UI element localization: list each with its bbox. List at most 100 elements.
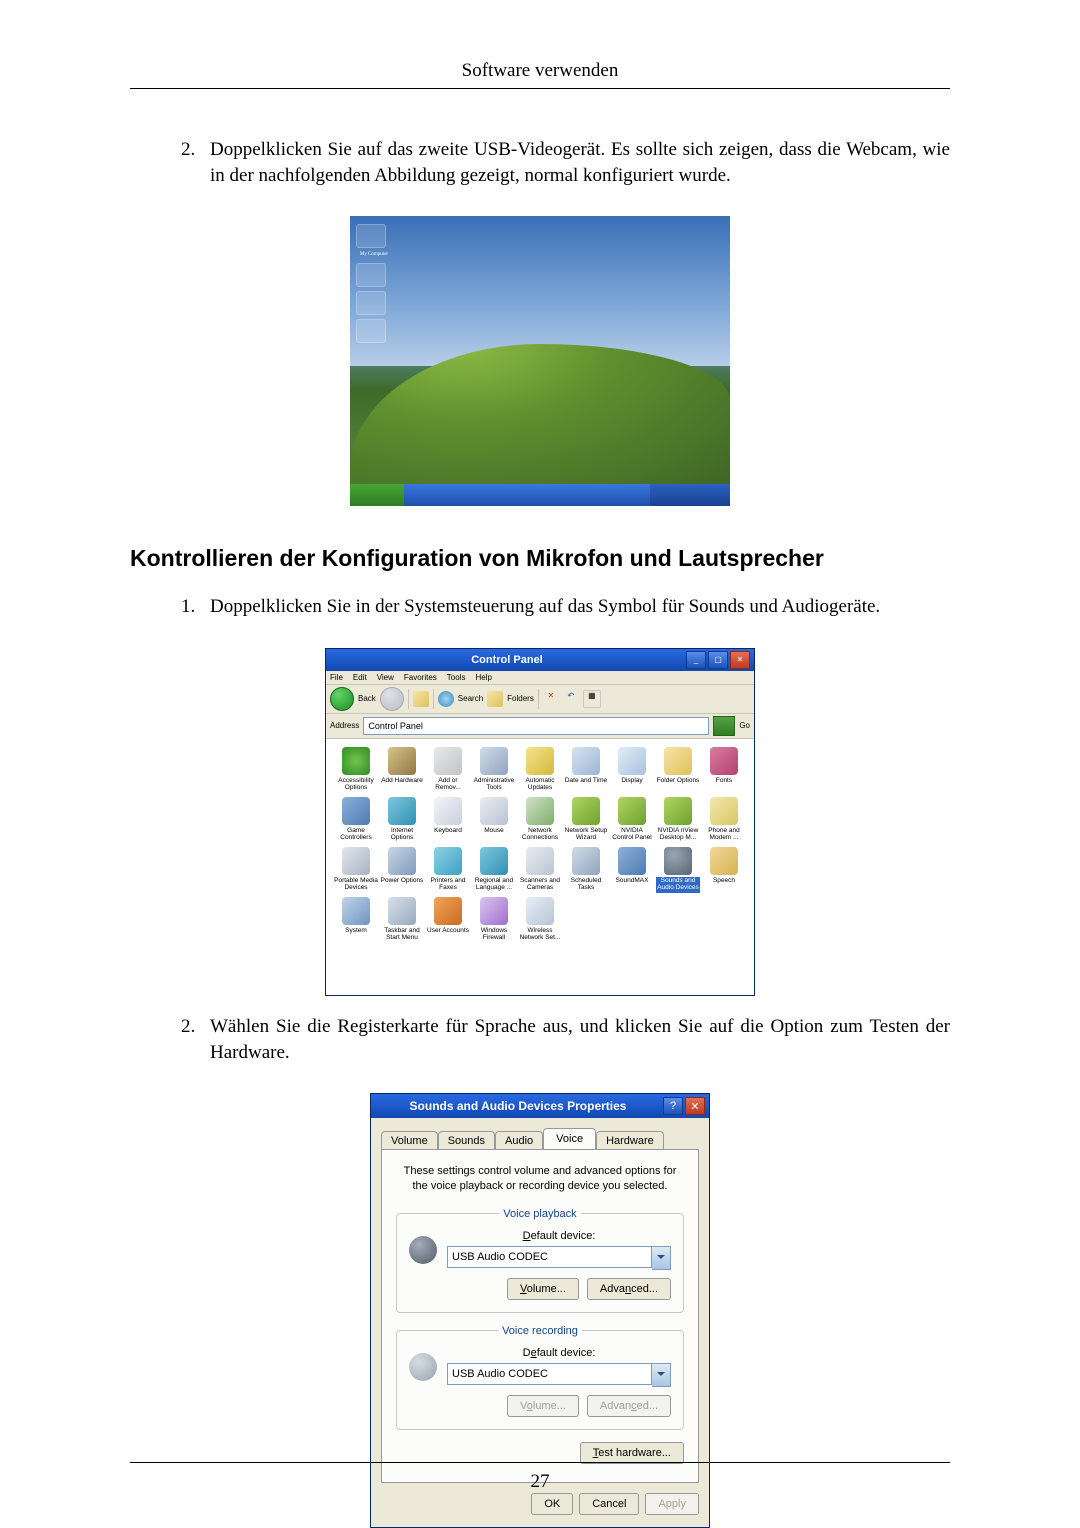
tab-sounds[interactable]: Sounds	[438, 1131, 495, 1150]
cp-item[interactable]: Power Options	[380, 847, 424, 893]
ok-button[interactable]: OK	[531, 1493, 573, 1515]
menu-help[interactable]: Help	[475, 673, 491, 682]
cp-item[interactable]: Taskbar and Start Menu	[380, 897, 424, 943]
cp-item[interactable]: User Accounts	[426, 897, 470, 943]
cp-item[interactable]: Keyboard	[426, 797, 470, 843]
test-hardware-button[interactable]: Test hardware...	[580, 1442, 684, 1464]
cp-item-label: Windows Firewall	[472, 927, 516, 943]
search-icon[interactable]	[438, 691, 454, 707]
dropdown-icon[interactable]	[652, 1246, 671, 1270]
cp-item[interactable]: Sounds and Audio Devices	[656, 847, 700, 893]
go-button[interactable]	[713, 716, 735, 736]
cp-item-label: Taskbar and Start Menu	[380, 927, 424, 943]
ordered-list-b-cont: Wählen Sie die Registerkarte für Sprache…	[200, 1014, 950, 1065]
menu-file[interactable]: File	[330, 673, 343, 682]
recording-device-select[interactable]	[447, 1363, 652, 1385]
back-button[interactable]	[330, 687, 354, 711]
cp-item-icon	[618, 747, 646, 775]
titlebar: Control Panel _ ▢ ✕	[326, 649, 754, 671]
undo-icon[interactable]: ↶	[563, 691, 579, 707]
cp-item[interactable]: Internet Options	[380, 797, 424, 843]
menu-view[interactable]: View	[377, 673, 394, 682]
cp-item[interactable]: NVIDIA nView Desktop M...	[656, 797, 700, 843]
cp-item[interactable]: Date and Time	[564, 747, 608, 793]
dialog-title: Sounds and Audio Devices Properties	[375, 1099, 661, 1113]
cp-item[interactable]: Portable Media Devices	[334, 847, 378, 893]
views-icon[interactable]: ▦	[583, 690, 601, 708]
dropdown-icon[interactable]	[652, 1363, 671, 1387]
close-button[interactable]: ✕	[685, 1097, 705, 1115]
menu-tools[interactable]: Tools	[447, 673, 466, 682]
cp-item-icon	[618, 797, 646, 825]
maximize-button[interactable]: ▢	[708, 651, 728, 669]
cp-item[interactable]: Mouse	[472, 797, 516, 843]
tab-voice[interactable]: Voice	[543, 1128, 596, 1149]
cp-item[interactable]: Automatic Updates	[518, 747, 562, 793]
cp-item[interactable]: Windows Firewall	[472, 897, 516, 943]
cp-item-icon	[342, 897, 370, 925]
cp-item-icon	[526, 747, 554, 775]
tab-strip: Volume Sounds Audio Voice Hardware	[381, 1128, 699, 1149]
control-panel-items: Accessibility OptionsAdd HardwareAdd or …	[326, 739, 754, 995]
cp-item-icon	[572, 747, 600, 775]
address-label: Address	[330, 721, 359, 730]
cp-item-icon	[480, 747, 508, 775]
cp-item[interactable]: Add or Remov...	[426, 747, 470, 793]
cp-item[interactable]: Display	[610, 747, 654, 793]
folders-icon[interactable]	[487, 691, 503, 707]
search-label[interactable]: Search	[458, 694, 483, 703]
menu-favorites[interactable]: Favorites	[404, 673, 437, 682]
cp-item[interactable]: Add Hardware	[380, 747, 424, 793]
forward-button[interactable]	[380, 687, 404, 711]
cp-item[interactable]: Scanners and Cameras	[518, 847, 562, 893]
folders-label[interactable]: Folders	[507, 694, 534, 703]
playback-volume-button[interactable]: Volume...	[507, 1278, 579, 1300]
cp-item[interactable]: SoundMAX	[610, 847, 654, 893]
close-button[interactable]: ✕	[730, 651, 750, 669]
window-title: Control Panel	[330, 654, 684, 666]
cp-item[interactable]: Accessibility Options	[334, 747, 378, 793]
cp-item[interactable]: Network Connections	[518, 797, 562, 843]
cp-item[interactable]: Regional and Language ...	[472, 847, 516, 893]
desktop-mock: My Computer	[350, 216, 730, 506]
cp-item-icon	[434, 847, 462, 875]
desktop-icon	[356, 319, 386, 343]
cp-item[interactable]: Scheduled Tasks	[564, 847, 608, 893]
playback-advanced-button[interactable]: Advanced...	[587, 1278, 671, 1300]
ordered-list-top: Doppelklicken Sie auf das zweite USB-Vid…	[200, 137, 950, 188]
start-button[interactable]	[350, 484, 404, 506]
cp-item-label: NVIDIA Control Panel	[610, 827, 654, 843]
apply-button: Apply	[645, 1493, 699, 1515]
cp-item-label: Scanners and Cameras	[518, 877, 562, 893]
delete-icon[interactable]: ✕	[543, 691, 559, 707]
cp-item-icon	[710, 797, 738, 825]
cp-item[interactable]: Administrative Tools	[472, 747, 516, 793]
heading-2: Kontrollieren der Konfiguration von Mikr…	[130, 545, 950, 572]
page-header: Software verwenden	[130, 60, 950, 89]
voice-playback-legend: Voice playback	[499, 1208, 580, 1220]
cp-item[interactable]: Printers and Faxes	[426, 847, 470, 893]
tab-hardware[interactable]: Hardware	[596, 1131, 664, 1150]
playback-device-select[interactable]	[447, 1246, 652, 1268]
tab-audio[interactable]: Audio	[495, 1131, 543, 1150]
cp-item[interactable]: Network Setup Wizard	[564, 797, 608, 843]
cp-item[interactable]: Folder Options	[656, 747, 700, 793]
cp-item-icon	[572, 797, 600, 825]
cp-item[interactable]: System	[334, 897, 378, 943]
cp-item[interactable]: NVIDIA Control Panel	[610, 797, 654, 843]
minimize-button[interactable]: _	[686, 651, 706, 669]
cp-item[interactable]: Phone and Modem ...	[702, 797, 746, 843]
cp-item[interactable]: Fonts	[702, 747, 746, 793]
address-input[interactable]	[363, 717, 709, 735]
help-button[interactable]: ?	[663, 1097, 683, 1115]
cp-item-icon	[342, 797, 370, 825]
cp-item[interactable]: Wireless Network Set...	[518, 897, 562, 943]
up-icon[interactable]	[413, 691, 429, 707]
page-footer: 27	[130, 1462, 950, 1493]
cp-item-icon	[480, 847, 508, 875]
tab-volume[interactable]: Volume	[381, 1131, 438, 1150]
cp-item[interactable]: Game Controllers	[334, 797, 378, 843]
cancel-button[interactable]: Cancel	[579, 1493, 639, 1515]
cp-item[interactable]: Speech	[702, 847, 746, 893]
menu-edit[interactable]: Edit	[353, 673, 367, 682]
